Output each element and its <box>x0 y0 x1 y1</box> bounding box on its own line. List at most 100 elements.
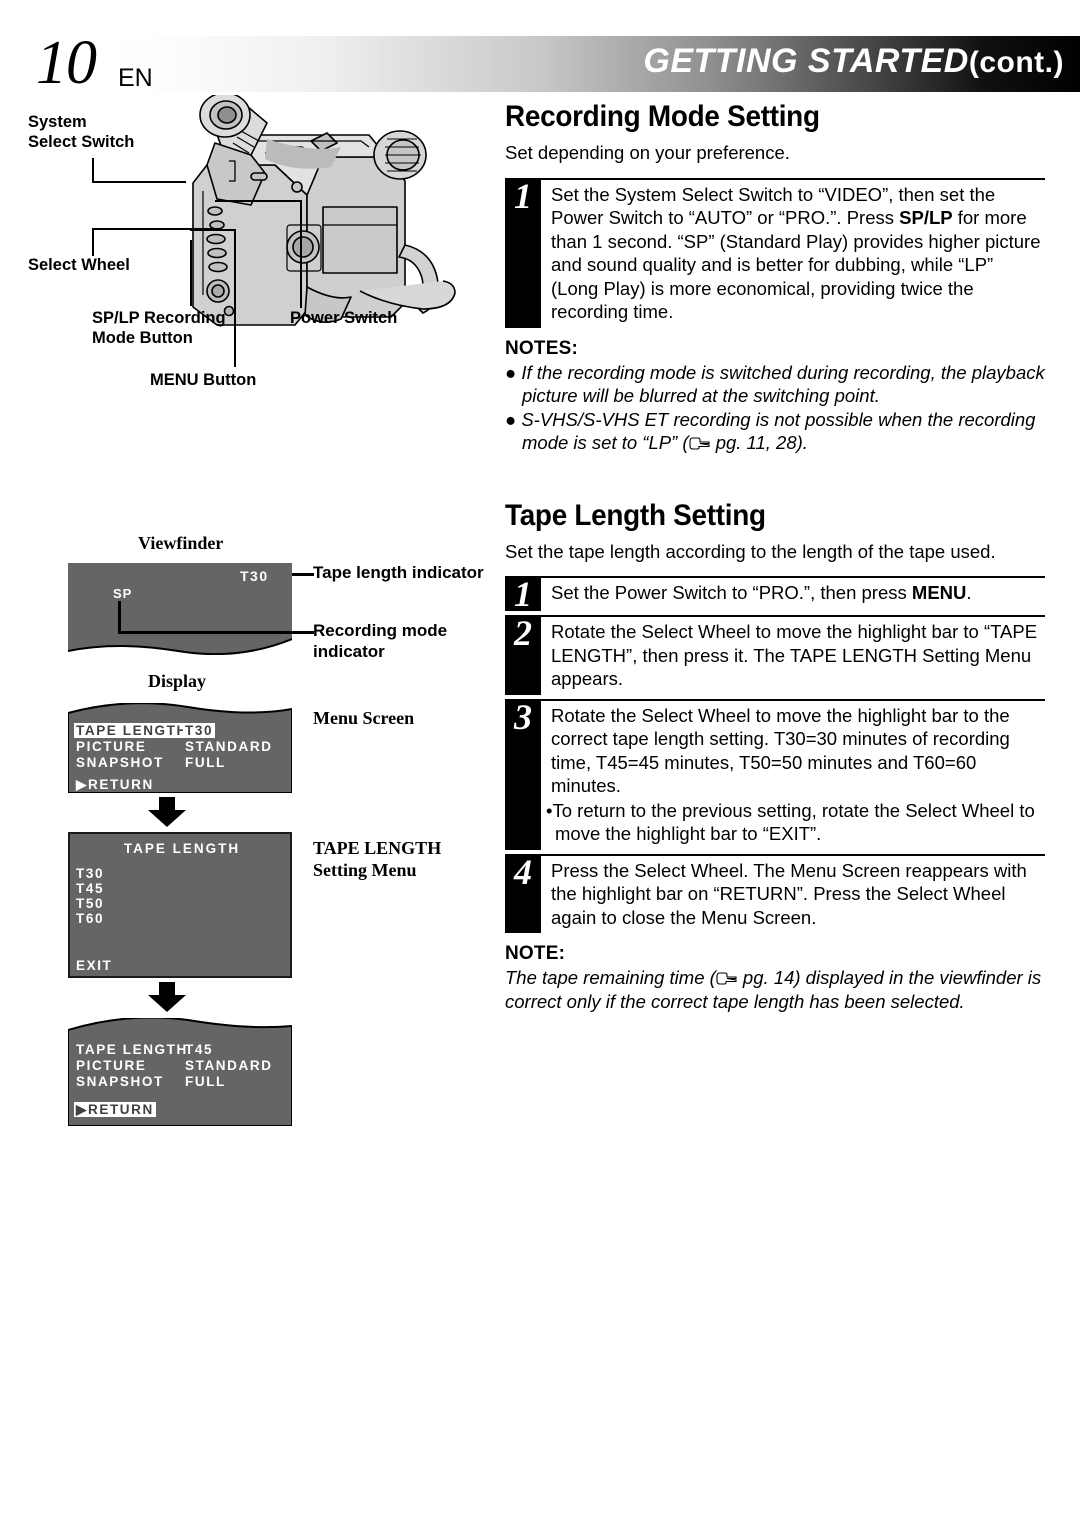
tape-length-option-t50[interactable]: T50 <box>76 896 104 911</box>
menu-screen-1-value-2[interactable]: STANDARD <box>185 739 273 754</box>
recording-mode-steps: 1 Set the System Select Switch to “VIDEO… <box>505 174 1045 328</box>
tape-length-step-4: 4 Press the Select Wheel. The Menu Scree… <box>505 850 1045 934</box>
label-tape-length-setting-menu: TAPE LENGTH Setting Menu <box>313 838 442 880</box>
display-label: Display <box>148 671 207 691</box>
page-title: GETTING STARTED(cont.) <box>643 42 1064 81</box>
step-number: 1 <box>505 177 541 328</box>
leader-line-power-switch-vertical <box>300 200 302 308</box>
callout-select-wheel: Select Wheel <box>28 256 130 274</box>
callout-system-select-switch: System Select Switch <box>28 113 135 152</box>
menu-screen-1-value-1[interactable]: T30 <box>183 723 216 738</box>
leader-line-recording-mode-vertical <box>118 601 121 633</box>
step-number: 3 <box>505 698 541 850</box>
menu-screen-1-return[interactable]: ▶RETURN <box>76 777 154 793</box>
menu-screen-1-row-2[interactable]: PICTURE <box>76 739 146 754</box>
menu-screen-2-value-1[interactable]: T45 <box>185 1042 213 1057</box>
callout-power-switch: Power Switch <box>290 309 398 327</box>
step-text: Set the System Select Switch to “VIDEO”,… <box>541 177 1045 328</box>
step-text-part-b: . <box>966 582 972 604</box>
menu-screen-2-value-2[interactable]: STANDARD <box>185 1058 273 1073</box>
callout-sp-lp-button: SP/LP Recording Mode Button <box>92 309 226 348</box>
label-tape-length-indicator: Tape length indicator <box>313 563 484 582</box>
menu-return-label: RETURN <box>87 777 154 792</box>
tape-length-intro: Set the tape length according to the len… <box>505 540 996 562</box>
step-number: 4 <box>505 854 541 934</box>
leader-line-system-select-switch-horizontal <box>92 181 186 183</box>
recording-mode-step-1: 1 Set the System Select Switch to “VIDEO… <box>505 174 1045 328</box>
tape-length-menu-title: TAPE LENGTH <box>123 841 241 856</box>
recording-mode-notes-heading: NOTES: <box>505 337 578 359</box>
recording-mode-intro: Set depending on your preference. <box>505 142 790 163</box>
arrow-down-icon-2 <box>148 982 186 1017</box>
arrow-down-icon-1 <box>148 797 186 832</box>
tape-length-steps: 1 Set the Power Switch to “PRO.”, then p… <box>505 572 1045 934</box>
arrow-down-glyph-1 <box>148 797 186 827</box>
menu-screen-2-row-1[interactable]: TAPE LENGTH <box>76 1042 188 1057</box>
tape-length-option-t30[interactable]: T30 <box>76 866 104 881</box>
leader-line-system-select-switch-vertical <box>92 158 94 183</box>
right-text-column: Recording Mode Setting Set depending on … <box>505 100 1045 1013</box>
viewfinder-label: Viewfinder <box>138 533 224 553</box>
pointing-hand-icon <box>716 972 738 985</box>
note-2-text-b: pg. 11, 28). <box>710 432 808 454</box>
menu-screen-2-row-3[interactable]: SNAPSHOT <box>76 1074 164 1089</box>
page-title-cont: (cont.) <box>968 46 1064 79</box>
menu-screen-2-value-3[interactable]: FULL <box>185 1074 226 1089</box>
step-text-bold: MENU <box>911 582 967 604</box>
menu-screen-2: TAPE LENGTH T45 PICTURE STANDARD SNAPSHO… <box>68 1018 292 1126</box>
page-number: 10 <box>36 29 97 97</box>
tape-length-section-title: Tape Length Setting <box>505 498 766 532</box>
step-3-main: Rotate the Select Wheel to move the high… <box>551 704 1010 797</box>
recording-mode-note-2: ● S-VHS/S-VHS ET recording is not possib… <box>505 408 1045 455</box>
recording-mode-note-1: ● If the recording mode is switched duri… <box>505 361 1045 408</box>
menu-screen-2-return[interactable]: ▶RETURN <box>74 1102 156 1118</box>
bullet-glyph: ● <box>505 361 522 383</box>
menu-screen-1-row-3[interactable]: SNAPSHOT <box>76 755 164 770</box>
note-1-text: If the recording mode is switched during… <box>521 361 1045 407</box>
step-number: 1 <box>505 576 541 612</box>
tape-length-step-3: 3 Rotate the Select Wheel to move the hi… <box>505 695 1045 850</box>
menu-return-highlighted: ▶RETURN <box>74 1102 156 1117</box>
tape-length-note-body: The tape remaining time ( pg. 14) displa… <box>505 966 1045 1013</box>
note-text-a: The tape remaining time ( <box>505 967 716 989</box>
leader-line-select-wheel-vertical <box>92 230 94 256</box>
label-menu-screen: Menu Screen <box>313 708 415 728</box>
menu-screen-1-row-1[interactable]: TAPE LENGTH <box>74 723 190 738</box>
viewfinder-recording-mode-value: SP <box>113 586 133 601</box>
leader-line-tape-length-indicator <box>292 573 314 576</box>
step-text-bold: SP/LP <box>899 207 953 229</box>
tape-length-option-t60[interactable]: T60 <box>76 911 104 926</box>
bullet-glyph: ● <box>505 408 522 430</box>
callout-menu-button: MENU Button <box>150 371 257 389</box>
tape-length-note-heading: NOTE: <box>505 943 566 965</box>
step-number: 2 <box>505 615 541 695</box>
step-text: Rotate the Select Wheel to move the high… <box>541 698 1045 850</box>
menu-row-name: TAPE LENGTH <box>74 723 190 738</box>
menu-screen-2-row-2[interactable]: PICTURE <box>76 1058 146 1073</box>
arrow-down-glyph-2 <box>148 982 186 1012</box>
page-language-code: EN <box>118 64 153 92</box>
step-text-part-a: Set the Power Switch to “PRO.”, then pre… <box>551 582 912 604</box>
leader-line-power-switch-horizontal <box>215 200 302 202</box>
step-text: Press the Select Wheel. The Menu Screen … <box>541 853 1045 933</box>
recording-mode-section-title: Recording Mode Setting <box>505 100 820 133</box>
tape-length-step-1: 1 Set the Power Switch to “PRO.”, then p… <box>505 572 1045 612</box>
leader-line-menu-button-vertical <box>234 229 236 367</box>
leader-line-recording-mode-horizontal <box>118 631 314 634</box>
menu-row-value: T30 <box>183 723 216 738</box>
leader-line-sp-lp-vertical <box>190 240 192 306</box>
tape-length-menu-exit[interactable]: EXIT <box>76 958 112 973</box>
page-title-text: GETTING STARTED <box>643 42 969 80</box>
page-header: 10 EN GETTING STARTED(cont.) <box>0 32 1080 94</box>
pointing-hand-icon <box>689 437 711 450</box>
menu-return-label-2: RETURN <box>87 1102 154 1117</box>
menu-screen-1-value-3[interactable]: FULL <box>185 755 226 770</box>
leader-line-menu-button-horizontal <box>190 229 236 231</box>
step-text: Rotate the Select Wheel to move the high… <box>541 615 1045 694</box>
label-recording-mode-indicator: Recording mode indicator <box>313 621 448 661</box>
tape-length-step-2: 2 Rotate the Select Wheel to move the hi… <box>505 611 1045 695</box>
viewfinder-tape-length-value: T30 <box>240 568 269 584</box>
menu-screen-1: TAPE LENGTH T30 PICTURE STANDARD SNAPSHO… <box>68 703 292 793</box>
step-text: Set the Power Switch to “PRO.”, then pre… <box>541 576 1045 611</box>
tape-length-option-t45[interactable]: T45 <box>76 881 104 896</box>
